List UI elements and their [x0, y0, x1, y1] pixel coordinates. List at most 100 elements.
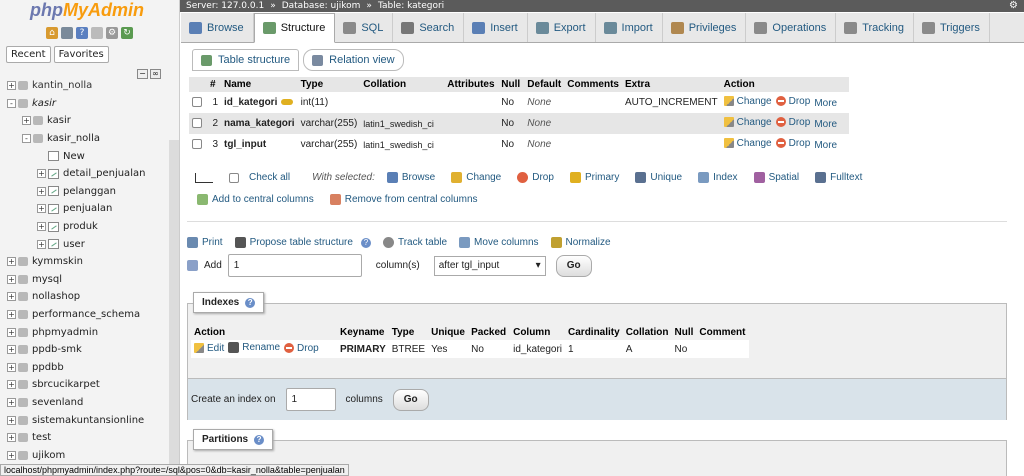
index-column-count-input[interactable]: 1: [285, 388, 336, 411]
nav-tree-item[interactable]: + kantin_nolla: [0, 77, 168, 95]
nav-tree-item[interactable]: + pelanggan: [0, 183, 168, 201]
tab-search[interactable]: Search: [393, 13, 465, 42]
row-checkbox[interactable]: [192, 118, 202, 129]
bulk-browse-button[interactable]: Browse: [386, 172, 435, 183]
nav-scrollbar[interactable]: [169, 140, 179, 470]
change-button[interactable]: Change: [723, 138, 772, 149]
nav-tree-item[interactable]: - kasir_nolla: [0, 130, 168, 148]
move-columns-link[interactable]: Move columns: [459, 237, 539, 248]
expand-icon[interactable]: +: [7, 81, 16, 91]
nav-tree-item[interactable]: + phpmyadmin: [0, 323, 168, 341]
column-position-select[interactable]: after tgl_input ▾: [433, 255, 546, 276]
expand-icon[interactable]: +: [37, 204, 46, 214]
tab-privileges[interactable]: Privileges: [663, 13, 747, 42]
nav-tree-item[interactable]: + sistemakuntansionline: [0, 411, 168, 429]
table-breadcrumb[interactable]: Table: kategori: [378, 0, 444, 12]
print-link[interactable]: Print: [187, 237, 223, 248]
nav-tree-item[interactable]: + ppdbb: [0, 359, 168, 377]
more-button[interactable]: More: [814, 119, 837, 130]
tab-operations[interactable]: Operations: [746, 13, 837, 42]
help-icon[interactable]: ?: [245, 297, 256, 308]
tab-triggers[interactable]: Triggers: [914, 13, 990, 42]
bulk-fulltext-button[interactable]: Fulltext: [815, 172, 862, 183]
settings-gear-icon[interactable]: ⚙: [1009, 0, 1018, 12]
tab-tracking[interactable]: Tracking: [836, 13, 914, 42]
nav-tree-item[interactable]: + sevenland: [0, 394, 168, 412]
nav-tree-item[interactable]: + kasir: [0, 112, 168, 130]
favorites-tab[interactable]: Favorites: [53, 46, 109, 63]
expand-icon[interactable]: +: [37, 222, 46, 232]
edit-index-button[interactable]: Edit: [194, 343, 224, 354]
expand-icon[interactable]: +: [7, 450, 16, 460]
expand-icon[interactable]: +: [37, 186, 46, 196]
nav-tree-item[interactable]: + detail_penjualan: [0, 165, 168, 183]
expand-icon[interactable]: +: [7, 415, 16, 425]
column-count-input[interactable]: 1: [227, 254, 362, 277]
more-button[interactable]: More: [814, 98, 837, 109]
drop-button[interactable]: Drop: [775, 138, 810, 149]
expand-icon[interactable]: +: [7, 380, 16, 390]
change-button[interactable]: Change: [723, 96, 772, 107]
normalize-link[interactable]: Normalize: [550, 237, 611, 248]
add-columns-go-button[interactable]: Go: [555, 254, 592, 277]
collapse-icon[interactable]: -: [7, 98, 16, 108]
nav-tree-item[interactable]: + penjualan: [0, 200, 168, 218]
nav-tree-item[interactable]: + user: [0, 235, 168, 253]
expand-icon[interactable]: +: [7, 327, 16, 337]
drop-button[interactable]: Drop: [775, 96, 810, 107]
tab-sql[interactable]: SQL: [335, 13, 394, 42]
help-icon[interactable]: ?: [254, 434, 265, 445]
expand-icon[interactable]: +: [7, 274, 16, 284]
bulk-change-button[interactable]: Change: [451, 172, 501, 183]
phpmyadmin-logo[interactable]: phpMyAdmin: [30, 0, 144, 21]
reload-icon[interactable]: ↻: [121, 27, 133, 39]
row-checkbox[interactable]: [192, 139, 202, 150]
expand-icon[interactable]: +: [7, 433, 16, 443]
nav-tree-item[interactable]: + mysql: [0, 271, 168, 289]
bulk-spatial-button[interactable]: Spatial: [753, 172, 799, 183]
expand-icon[interactable]: +: [22, 116, 31, 126]
nav-tree-item[interactable]: + ppdb-smk: [0, 341, 168, 359]
more-button[interactable]: More: [814, 140, 837, 151]
expand-icon[interactable]: +: [37, 169, 46, 179]
expand-icon[interactable]: +: [37, 239, 46, 249]
check-all-checkbox[interactable]: [229, 172, 239, 183]
tab-structure[interactable]: Structure: [253, 13, 336, 43]
bulk-drop-button[interactable]: Drop: [517, 172, 554, 183]
expand-icon[interactable]: +: [7, 310, 16, 320]
nav-tree-item[interactable]: + produk: [0, 218, 168, 236]
gear-icon[interactable]: ⚙: [106, 27, 118, 39]
add-central-columns-button[interactable]: Add to central columns: [197, 194, 314, 205]
nav-tree-item[interactable]: + ujikom: [0, 446, 168, 464]
bulk-index-button[interactable]: Index: [698, 172, 738, 183]
propose-structure-link[interactable]: Propose table structure?: [234, 237, 371, 248]
expand-icon[interactable]: +: [7, 397, 16, 407]
create-index-go-button[interactable]: Go: [392, 388, 429, 411]
row-checkbox[interactable]: [192, 97, 202, 108]
bulk-primary-button[interactable]: Primary: [569, 172, 619, 183]
expand-icon[interactable]: +: [7, 362, 16, 372]
rename-index-button[interactable]: Rename: [228, 342, 280, 353]
track-table-link[interactable]: Track table: [382, 237, 447, 248]
home-icon[interactable]: ⌂: [46, 27, 58, 39]
drop-button[interactable]: Drop: [775, 117, 810, 128]
nav-tree-item[interactable]: + sbrcucikarpet: [0, 376, 168, 394]
recent-tab[interactable]: Recent: [6, 46, 51, 63]
nav-tree-item[interactable]: + performance_schema: [0, 306, 168, 324]
change-button[interactable]: Change: [723, 117, 772, 128]
help-icon[interactable]: ?: [76, 27, 88, 39]
tab-export[interactable]: Export: [528, 13, 596, 42]
nav-tree-item[interactable]: New: [0, 147, 168, 165]
nav-tree-item[interactable]: + test: [0, 429, 168, 447]
exit-icon[interactable]: [61, 27, 73, 39]
collapse-icon[interactable]: -: [22, 134, 31, 144]
nav-tree-item[interactable]: + kymmskin: [0, 253, 168, 271]
relation-view-subtab[interactable]: Relation view: [303, 49, 404, 71]
database-breadcrumb[interactable]: Database: ujikom: [282, 0, 361, 12]
server-breadcrumb[interactable]: Server: 127.0.0.1: [186, 0, 264, 12]
table-structure-subtab[interactable]: Table structure: [192, 49, 300, 71]
nav-tree-item[interactable]: + nollashop: [0, 288, 168, 306]
tab-browse[interactable]: Browse: [181, 13, 254, 42]
tab-insert[interactable]: Insert: [464, 13, 528, 42]
drop-index-button[interactable]: Drop: [284, 343, 319, 354]
